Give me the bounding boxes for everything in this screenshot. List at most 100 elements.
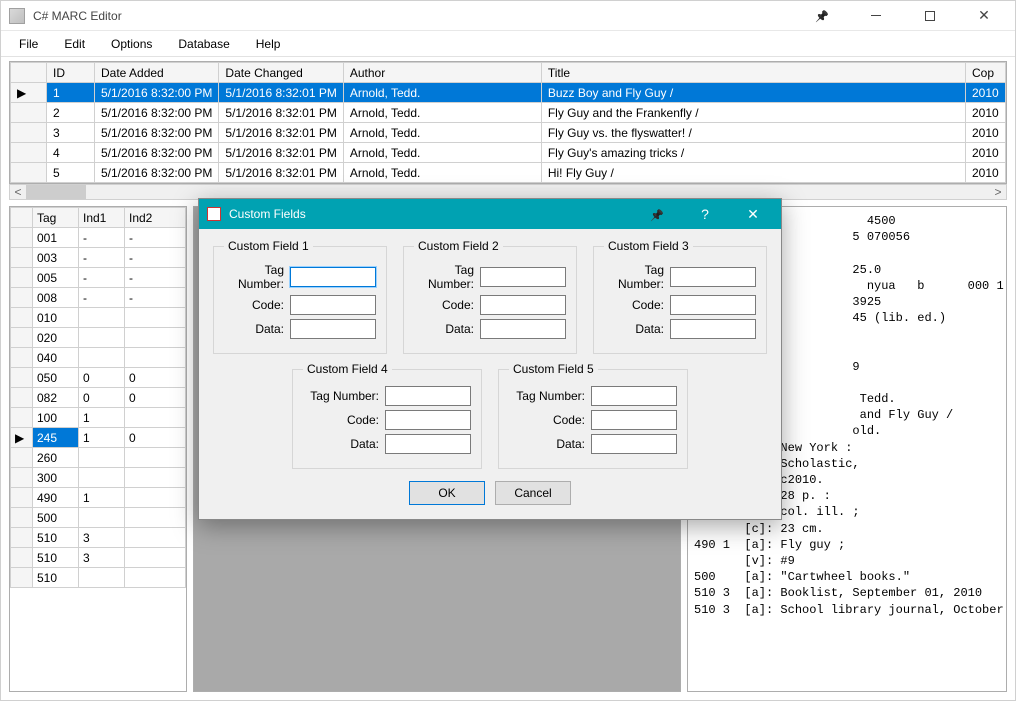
menu-help[interactable]: Help bbox=[244, 34, 293, 54]
code-input[interactable] bbox=[480, 295, 566, 315]
data-input[interactable] bbox=[670, 319, 756, 339]
tag-number-input[interactable] bbox=[591, 386, 677, 406]
field-label: Tag Number: bbox=[303, 389, 379, 403]
menu-edit[interactable]: Edit bbox=[52, 34, 97, 54]
dialog-icon bbox=[207, 207, 221, 221]
ok-button[interactable]: OK bbox=[409, 481, 485, 505]
data-input[interactable] bbox=[385, 434, 471, 454]
list-item[interactable]: 08200 bbox=[11, 388, 186, 408]
code-input[interactable] bbox=[385, 410, 471, 430]
tag-number-input[interactable] bbox=[385, 386, 471, 406]
field-label: Tag Number: bbox=[414, 263, 474, 291]
close-icon: ✕ bbox=[978, 7, 990, 24]
scroll-left-icon[interactable]: < bbox=[10, 185, 26, 199]
maximize-icon bbox=[925, 11, 935, 21]
menu-file[interactable]: File bbox=[7, 34, 50, 54]
field-label: Data: bbox=[509, 437, 585, 451]
menubar: File Edit Options Database Help bbox=[1, 31, 1015, 57]
fieldset-legend: Custom Field 1 bbox=[224, 239, 313, 253]
menu-database[interactable]: Database bbox=[166, 34, 241, 54]
list-item[interactable]: 4901 bbox=[11, 488, 186, 508]
col-date-added[interactable]: Date Added bbox=[95, 63, 219, 83]
code-input[interactable] bbox=[290, 295, 376, 315]
code-input[interactable] bbox=[591, 410, 677, 430]
list-item[interactable]: 005-- bbox=[11, 268, 186, 288]
field-label: Data: bbox=[414, 322, 474, 336]
list-item[interactable]: 5103 bbox=[11, 528, 186, 548]
field-label: Code: bbox=[414, 298, 474, 312]
col-date-changed[interactable]: Date Changed bbox=[219, 63, 343, 83]
custom-field-group: Custom Field 1 Tag Number: Code: Data: bbox=[213, 239, 387, 354]
field-label: Data: bbox=[224, 322, 284, 336]
list-item[interactable]: 008-- bbox=[11, 288, 186, 308]
tagcol-ind2[interactable]: Ind2 bbox=[125, 208, 186, 228]
pin-icon bbox=[650, 206, 664, 222]
scroll-thumb[interactable] bbox=[26, 185, 86, 199]
dialog-help-button[interactable]: ? bbox=[685, 206, 725, 222]
list-item[interactable]: 260 bbox=[11, 448, 186, 468]
fieldset-legend: Custom Field 5 bbox=[509, 362, 598, 376]
field-label: Tag Number: bbox=[604, 263, 664, 291]
list-item[interactable]: 05000 bbox=[11, 368, 186, 388]
field-label: Data: bbox=[303, 437, 379, 451]
records-corner bbox=[11, 63, 47, 83]
list-item[interactable]: 040 bbox=[11, 348, 186, 368]
list-item[interactable]: 500 bbox=[11, 508, 186, 528]
app-title: C# MARC Editor bbox=[33, 9, 122, 23]
minimize-button[interactable] bbox=[853, 1, 899, 31]
tagcol-tag[interactable]: Tag bbox=[33, 208, 79, 228]
data-input[interactable] bbox=[480, 319, 566, 339]
tag-number-input[interactable] bbox=[290, 267, 376, 287]
list-item[interactable]: 300 bbox=[11, 468, 186, 488]
fieldset-legend: Custom Field 2 bbox=[414, 239, 503, 253]
custom-field-group: Custom Field 4 Tag Number: Code: Data: bbox=[292, 362, 482, 469]
tag-number-input[interactable] bbox=[670, 267, 756, 287]
table-row[interactable]: 35/1/2016 8:32:00 PM5/1/2016 8:32:01 PMA… bbox=[11, 123, 1006, 143]
minimize-icon bbox=[871, 15, 881, 16]
tags-grid[interactable]: Tag Ind1 Ind2 001--003--005--008--010020… bbox=[9, 206, 187, 692]
list-item[interactable]: 1001 bbox=[11, 408, 186, 428]
field-label: Tag Number: bbox=[224, 263, 284, 291]
fieldset-legend: Custom Field 3 bbox=[604, 239, 693, 253]
tag-number-input[interactable] bbox=[480, 267, 566, 287]
list-item[interactable]: 510 bbox=[11, 568, 186, 588]
tagcol-ind1[interactable]: Ind1 bbox=[79, 208, 125, 228]
cancel-button[interactable]: Cancel bbox=[495, 481, 571, 505]
maximize-button[interactable] bbox=[907, 1, 953, 31]
field-label: Code: bbox=[224, 298, 284, 312]
code-input[interactable] bbox=[670, 295, 756, 315]
table-row[interactable]: 25/1/2016 8:32:00 PM5/1/2016 8:32:01 PMA… bbox=[11, 103, 1006, 123]
field-label: Tag Number: bbox=[509, 389, 585, 403]
col-cop[interactable]: Cop bbox=[966, 63, 1006, 83]
field-label: Data: bbox=[604, 322, 664, 336]
list-item[interactable]: 5103 bbox=[11, 548, 186, 568]
field-label: Code: bbox=[509, 413, 585, 427]
data-input[interactable] bbox=[290, 319, 376, 339]
pin-button[interactable] bbox=[799, 1, 845, 31]
data-input[interactable] bbox=[591, 434, 677, 454]
dialog-pin-button[interactable] bbox=[637, 206, 677, 222]
col-title[interactable]: Title bbox=[541, 63, 965, 83]
close-button[interactable]: ✕ bbox=[961, 1, 1007, 31]
menu-options[interactable]: Options bbox=[99, 34, 164, 54]
list-item[interactable]: 010 bbox=[11, 308, 186, 328]
records-header-row: ID Date Added Date Changed Author Title … bbox=[11, 63, 1006, 83]
col-id[interactable]: ID bbox=[47, 63, 95, 83]
dialog-titlebar: Custom Fields ? ✕ bbox=[199, 199, 781, 229]
table-row[interactable]: 45/1/2016 8:32:00 PM5/1/2016 8:32:01 PMA… bbox=[11, 143, 1006, 163]
fieldset-legend: Custom Field 4 bbox=[303, 362, 392, 376]
table-row[interactable]: 55/1/2016 8:32:00 PM5/1/2016 8:32:01 PMA… bbox=[11, 163, 1006, 183]
table-row[interactable]: ▶15/1/2016 8:32:00 PM5/1/2016 8:32:01 PM… bbox=[11, 83, 1006, 103]
scroll-right-icon[interactable]: > bbox=[990, 185, 1006, 199]
field-label: Code: bbox=[303, 413, 379, 427]
dialog-close-button[interactable]: ✕ bbox=[733, 206, 773, 223]
col-author[interactable]: Author bbox=[343, 63, 541, 83]
list-item[interactable]: 003-- bbox=[11, 248, 186, 268]
custom-field-group: Custom Field 5 Tag Number: Code: Data: bbox=[498, 362, 688, 469]
pin-icon bbox=[815, 9, 829, 23]
custom-fields-dialog: Custom Fields ? ✕ Custom Field 1 Tag Numb… bbox=[198, 198, 782, 520]
records-grid[interactable]: ID Date Added Date Changed Author Title … bbox=[9, 61, 1007, 184]
list-item[interactable]: 001-- bbox=[11, 228, 186, 248]
list-item[interactable]: ▶24510 bbox=[11, 428, 186, 448]
list-item[interactable]: 020 bbox=[11, 328, 186, 348]
